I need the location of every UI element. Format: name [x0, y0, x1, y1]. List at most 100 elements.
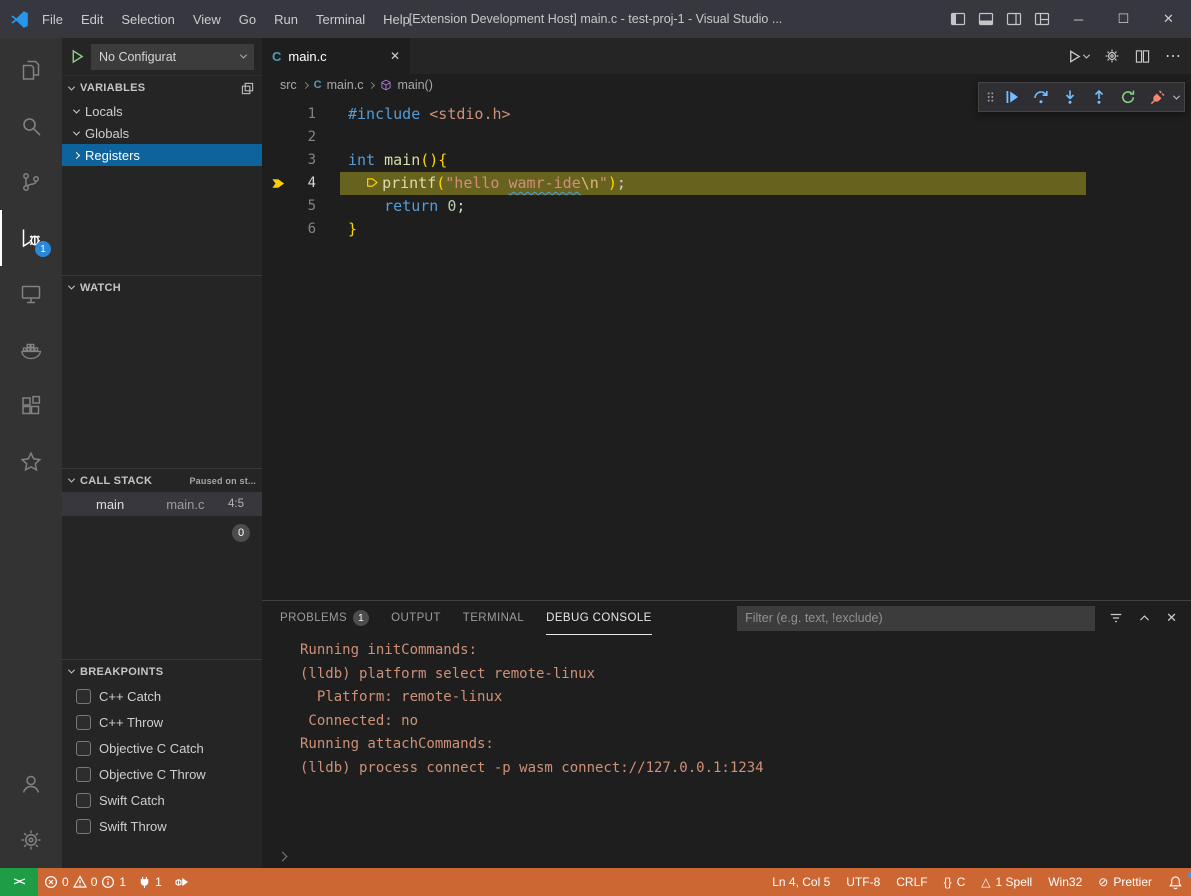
panel-tab-terminal[interactable]: TERMINAL [463, 601, 524, 635]
settings-gear-icon[interactable] [1104, 48, 1120, 64]
glyph-margin[interactable] [262, 126, 300, 149]
sidebar-item-remote-explorer[interactable] [0, 266, 62, 322]
disconnect-button[interactable] [1144, 84, 1170, 110]
status-item-prettier[interactable]: ⊘Prettier [1090, 868, 1160, 896]
step-over-button[interactable] [1028, 84, 1054, 110]
more-actions-icon[interactable]: ⋯ [1165, 46, 1181, 66]
checkbox-unchecked[interactable] [76, 819, 91, 834]
breadcrumb-folder[interactable]: src [280, 78, 297, 92]
tab-main-c[interactable]: C main.c ✕ [262, 38, 410, 74]
variables-item-registers[interactable]: Registers [62, 144, 262, 166]
filter-icon[interactable] [1109, 611, 1123, 625]
code-line[interactable]: 3int main(){ [262, 149, 1191, 172]
restart-button[interactable] [1115, 84, 1141, 110]
sidebar-item-search[interactable] [0, 98, 62, 154]
debug-config-dropdown[interactable]: No Configurat [91, 44, 254, 70]
breadcrumb-symbol[interactable]: main() [397, 78, 432, 92]
code-line[interactable]: 2 [262, 126, 1191, 149]
menu-help[interactable]: Help [374, 0, 419, 38]
variables-item-locals[interactable]: Locals [62, 100, 262, 122]
code-text: printf("hello wamr-ide\n"); [316, 172, 626, 195]
panel-tab-problems[interactable]: PROBLEMS1 [280, 601, 369, 635]
menu-go[interactable]: Go [230, 0, 265, 38]
close-tab-icon[interactable]: ✕ [390, 49, 400, 63]
status-item-ln-4-col-5[interactable]: Ln 4, Col 5 [764, 868, 838, 896]
checkbox-unchecked[interactable] [76, 741, 91, 756]
step-into-button[interactable] [1057, 84, 1083, 110]
breakpoint-item[interactable]: Swift Throw [62, 813, 262, 839]
debug-stackframe-icon[interactable] [262, 172, 300, 195]
breakpoint-item[interactable]: Objective C Catch [62, 735, 262, 761]
breakpoint-item[interactable]: C++ Throw [62, 709, 262, 735]
problems-status[interactable]: 0 0 1 [38, 868, 132, 896]
glyph-margin[interactable] [262, 149, 300, 172]
checkbox-unchecked[interactable] [76, 715, 91, 730]
glyph-margin[interactable] [262, 218, 300, 241]
sidebar-item-source-control[interactable] [0, 154, 62, 210]
menu-edit[interactable]: Edit [72, 0, 112, 38]
toggle-secondary-sidebar-icon[interactable] [1000, 0, 1028, 38]
customize-layout-icon[interactable] [1028, 0, 1056, 38]
glyph-margin[interactable] [262, 103, 300, 126]
filter-input[interactable] [737, 606, 1095, 631]
settings-button[interactable] [0, 812, 62, 868]
accounts-button[interactable] [0, 756, 62, 812]
status-item-crlf[interactable]: CRLF [888, 868, 935, 896]
call-stack-section-header[interactable]: CALL STACK Paused on st... [62, 468, 262, 492]
sidebar-item-favorites[interactable] [0, 434, 62, 490]
notifications-bell[interactable] [1160, 868, 1191, 896]
panel-tab-output[interactable]: OUTPUT [391, 601, 441, 635]
checkbox-unchecked[interactable] [76, 793, 91, 808]
debug-console-input[interactable] [262, 844, 1191, 868]
start-debugging-icon[interactable] [70, 49, 85, 64]
code-editor[interactable]: 1#include <stdio.h>23int main(){4 printf… [262, 96, 1191, 600]
breakpoint-item[interactable]: C++ Catch [62, 683, 262, 709]
call-stack-frame[interactable]: main main.c 4:5 [62, 492, 262, 516]
status-item-c[interactable]: {}C [936, 868, 974, 896]
sidebar-item-docker[interactable] [0, 322, 62, 378]
status-item-1-spell[interactable]: △1 Spell [973, 868, 1040, 896]
breakpoints-section-header[interactable]: BREAKPOINTS [62, 659, 262, 683]
maximize-button[interactable]: ☐ [1101, 0, 1146, 38]
status-item-utf-8[interactable]: UTF-8 [838, 868, 888, 896]
checkbox-unchecked[interactable] [76, 689, 91, 704]
breadcrumb-file[interactable]: main.c [327, 78, 364, 92]
menu-run[interactable]: Run [265, 0, 307, 38]
breakpoint-item[interactable]: Objective C Throw [62, 761, 262, 787]
tree-item-label: Locals [85, 104, 123, 119]
menu-view[interactable]: View [184, 0, 230, 38]
panel-tab-debug-console[interactable]: DEBUG CONSOLE [546, 601, 652, 635]
run-or-debug-button[interactable] [1067, 49, 1089, 64]
status-item-win32[interactable]: Win32 [1040, 868, 1090, 896]
glyph-margin[interactable] [262, 195, 300, 218]
copy-value-icon[interactable] [241, 82, 254, 95]
variables-item-globals[interactable]: Globals [62, 122, 262, 144]
close-button[interactable]: ✕ [1146, 0, 1191, 38]
step-out-button[interactable] [1086, 84, 1112, 110]
ports-status[interactable]: 1 [132, 868, 168, 896]
menu-file[interactable]: File [33, 0, 72, 38]
sidebar-item-run-and-debug[interactable]: 1 [0, 210, 62, 266]
watch-section-header[interactable]: WATCH [62, 275, 262, 299]
remote-indicator[interactable]: >< [0, 868, 38, 896]
code-line[interactable]: 5 return 0; [262, 195, 1191, 218]
close-panel-icon[interactable]: ✕ [1166, 610, 1177, 626]
debug-status-icon[interactable] [168, 868, 194, 896]
sidebar-item-extensions[interactable] [0, 378, 62, 434]
split-editor-icon[interactable] [1135, 49, 1150, 64]
checkbox-unchecked[interactable] [76, 767, 91, 782]
menu-terminal[interactable]: Terminal [307, 0, 374, 38]
sidebar-item-explorer[interactable] [0, 42, 62, 98]
code-line[interactable]: 4 printf("hello wamr-ide\n"); [262, 172, 1191, 195]
toggle-panel-icon[interactable] [972, 0, 1000, 38]
menu-selection[interactable]: Selection [112, 0, 183, 38]
toggle-sidebar-icon[interactable] [944, 0, 972, 38]
variables-section-header[interactable]: VARIABLES [62, 76, 262, 100]
drag-handle-icon[interactable] [984, 84, 996, 110]
chevron-down-icon[interactable] [1173, 92, 1180, 99]
code-line[interactable]: 6} [262, 218, 1191, 241]
breakpoint-item[interactable]: Swift Catch [62, 787, 262, 813]
minimize-button[interactable]: ─ [1056, 0, 1101, 38]
continue-button[interactable] [999, 84, 1025, 110]
chevron-up-icon[interactable] [1138, 612, 1151, 625]
